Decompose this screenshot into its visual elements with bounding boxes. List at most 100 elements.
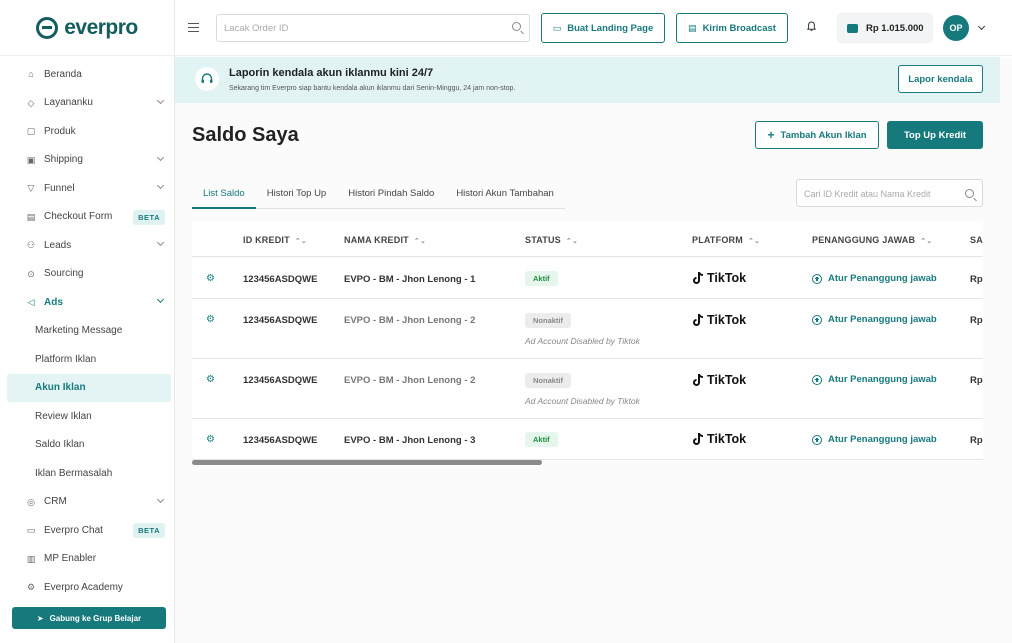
sidebar-sub-review-iklan[interactable]: Review Iklan (7, 402, 171, 431)
sidebar-item-label: Sourcing (44, 268, 84, 280)
balance-display[interactable]: Rp 1.015.000 (837, 13, 933, 43)
sidebar-item-label: Review Iklan (35, 410, 92, 422)
search-icon[interactable] (512, 22, 521, 31)
balance-value: Rp 1.015.000 (866, 22, 924, 34)
assign-pic-label: Atur Penanggung jawab (828, 273, 937, 284)
support-banner: Laporin kendala akun iklanmu kini 24/7 S… (175, 57, 1000, 103)
sidebar-nav: ⌂ Beranda ◇ Layananku ▢ Produk ▣ Shipping ▽ F… (0, 56, 174, 602)
sidebar-item-ads[interactable]: ◁ Ads (7, 288, 171, 317)
tab-histori-top-up[interactable]: Histori Top Up (256, 181, 338, 209)
sidebar-item-everpro-chat[interactable]: ▭ Everpro Chat BETA (7, 516, 171, 545)
col-status[interactable]: STATUS ⌃⌄ (525, 235, 578, 245)
sidebar-sub-marketing-message[interactable]: Marketing Message (7, 317, 171, 346)
col-nama-kredit[interactable]: NAMA KREDIT ⌃⌄ (344, 235, 426, 245)
topbar: Lacak Order ID ▭ Buat Landing Page ▤ Kir… (175, 0, 1012, 56)
sort-icon[interactable]: ⌃⌄ (414, 237, 426, 245)
sort-icon[interactable]: ⌃⌄ (920, 237, 932, 245)
sidebar-item-label: Checkout Form (44, 211, 113, 223)
sidebar-sub-platform-iklan[interactable]: Platform Iklan (7, 345, 171, 374)
tiktok-logo: TikTok (692, 432, 746, 446)
sidebar-sub-saldo-iklan[interactable]: Saldo Iklan (7, 431, 171, 460)
sidebar-item-everpro-academy[interactable]: ⚙ Everpro Academy (7, 573, 171, 602)
gear-icon[interactable]: ⚙ (206, 274, 216, 284)
sidebar-item-layananku[interactable]: ◇ Layananku (7, 89, 171, 118)
search-icon[interactable] (965, 189, 974, 198)
sidebar-item-label: Layananku (44, 97, 93, 109)
sidebar-item-label: Beranda (44, 68, 82, 80)
col-penanggung-jawab[interactable]: PENANGGUNG JAWAB ⌃⌄ (812, 235, 932, 245)
sort-icon[interactable]: ⌃⌄ (566, 237, 578, 245)
sourcing-icon: ⊙ (27, 268, 35, 279)
id-kredit: 123456ASDQWE (243, 274, 318, 285)
col-label: PENANGGUNG JAWAB (812, 235, 916, 245)
top-up-button[interactable]: Top Up Kredit (887, 121, 983, 149)
table-row[interactable]: ⚙ 123456ASDQWE EVPO - BM - Jhon Lenong -… (192, 299, 983, 359)
sidebar-item-leads[interactable]: ⚇ Leads (7, 231, 171, 260)
table-row[interactable]: ⚙ 123456ASDQWE EVPO - BM - Jhon Lenong -… (192, 258, 983, 299)
sidebar-item-shipping[interactable]: ▣ Shipping (7, 146, 171, 175)
sidebar-item-mp-enabler[interactable]: ▥ MP Enabler (7, 545, 171, 574)
assign-pic-button[interactable]: Atur Penanggung jawab (812, 374, 937, 385)
saldo-value: Rp (970, 375, 983, 386)
sidebar-item-checkout-form[interactable]: ▤ Checkout Form BETA (7, 203, 171, 232)
people-icon: ⚇ (26, 240, 36, 251)
sidebar-item-produk[interactable]: ▢ Produk (7, 117, 171, 146)
avatar[interactable]: OP (943, 15, 969, 41)
sidebar-item-label: Everpro Academy (44, 581, 123, 593)
gear-icon[interactable]: ⚙ (206, 375, 216, 385)
platform-label: TikTok (707, 373, 747, 387)
col-platform[interactable]: PLATFORM ⌃⌄ (692, 235, 760, 245)
tab-histori-akun-tambahan[interactable]: Histori Akun Tambahan (445, 181, 565, 209)
logo[interactable]: everpro (0, 0, 174, 56)
beta-badge: BETA (133, 523, 165, 538)
table-row[interactable]: ⚙ 123456ASDQWE EVPO - BM - Jhon Lenong -… (192, 359, 983, 419)
landing-page-button[interactable]: ▭ Buat Landing Page (541, 13, 665, 43)
sidebar-item-beranda[interactable]: ⌂ Beranda (7, 60, 171, 89)
broadcast-button[interactable]: ▤ Kirim Broadcast (676, 13, 788, 43)
assign-pic-button[interactable]: Atur Penanggung jawab (812, 273, 937, 284)
table-row[interactable]: ⚙ 123456ASDQWE EVPO - BM - Jhon Lenong -… (192, 419, 983, 460)
banner-title: Laporin kendala akun iklanmu kini 24/7 (229, 67, 434, 79)
bell-icon[interactable] (807, 21, 816, 32)
tiktok-icon (693, 373, 704, 386)
broadcast-icon: ▤ (688, 22, 697, 33)
sort-icon[interactable]: ⌃⌄ (748, 237, 760, 245)
assign-pic-button[interactable]: Atur Penanggung jawab (812, 434, 937, 445)
academy-icon: ⚙ (26, 582, 36, 593)
tab-histori-pindah-saldo[interactable]: Histori Pindah Saldo (337, 181, 445, 209)
sidebar-item-label: Everpro Chat (44, 524, 103, 536)
assign-pic-button[interactable]: Atur Penanggung jawab (812, 314, 937, 325)
sidebar-item-funnel[interactable]: ▽ Funnel (7, 174, 171, 203)
order-search-input[interactable]: Lacak Order ID (216, 14, 530, 42)
credit-search-input[interactable]: Cari ID Kredit atau Nama Kredit (796, 179, 983, 207)
diamond-icon: ◇ (27, 97, 35, 108)
tab-list-saldo[interactable]: List Saldo (192, 181, 256, 209)
assign-pic-label: Atur Penanggung jawab (828, 374, 937, 385)
form-icon: ▤ (26, 211, 36, 222)
add-ad-account-button[interactable]: + Tambah Akun Iklan (755, 121, 879, 149)
menu-icon[interactable] (188, 23, 199, 32)
gear-icon[interactable]: ⚙ (206, 435, 216, 445)
id-kredit: 123456ASDQWE (243, 315, 318, 326)
sort-icon[interactable]: ⌃⌄ (295, 237, 307, 245)
sidebar-item-crm[interactable]: ◎ CRM (7, 488, 171, 517)
credit-search-placeholder: Cari ID Kredit atau Nama Kredit (804, 189, 931, 199)
gear-icon[interactable]: ⚙ (206, 315, 216, 325)
report-issue-button[interactable]: Lapor kendala (898, 65, 983, 93)
sidebar-item-label: Ads (44, 296, 63, 308)
main-content: Laporin kendala akun iklanmu kini 24/7 S… (175, 57, 1012, 643)
sidebar-item-sourcing[interactable]: ⊙ Sourcing (7, 260, 171, 289)
chevron-down-icon[interactable] (977, 22, 986, 31)
col-saldo[interactable]: SA (970, 235, 983, 245)
sidebar-sub-iklan-bermasalah[interactable]: Iklan Bermasalah (7, 459, 171, 488)
assign-pic-label: Atur Penanggung jawab (828, 434, 937, 445)
sidebar-item-label: Leads (44, 239, 72, 251)
saldo-value: Rp (970, 315, 983, 326)
col-id-kredit[interactable]: ID KREDIT ⌃⌄ (243, 235, 307, 245)
join-group-button[interactable]: ➤ Gabung ke Grup Belajar (12, 607, 166, 629)
tiktok-logo: TikTok (692, 373, 746, 387)
chevron-down-icon (156, 495, 165, 503)
sidebar-sub-akun-iklan[interactable]: Akun Iklan (7, 373, 171, 402)
horizontal-scrollbar[interactable] (192, 460, 542, 465)
chevron-down-icon (156, 96, 165, 104)
